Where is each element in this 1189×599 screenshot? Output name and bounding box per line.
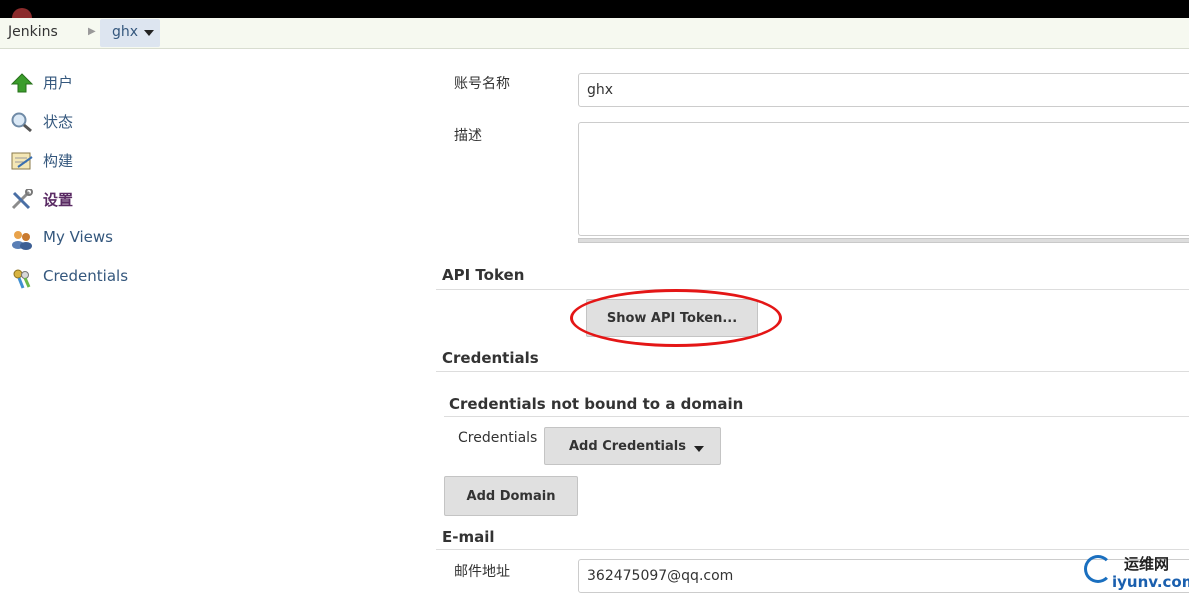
breadcrumb-current-user[interactable]: ghx — [100, 19, 160, 47]
account-name-label: 账号名称 — [454, 76, 510, 92]
top-header-bar — [0, 0, 1189, 18]
sidebar-item-label[interactable]: 设置 — [43, 189, 73, 210]
watermark-swirl-icon — [1084, 555, 1112, 583]
up-arrow-icon — [10, 73, 34, 93]
section-divider — [436, 289, 1189, 290]
watermark-text-domain: iyunv.com — [1112, 573, 1189, 591]
keys-icon — [13, 269, 31, 289]
account-name-field[interactable] — [578, 73, 1189, 107]
sidebar-item-label[interactable]: My Views — [43, 228, 113, 246]
sidebar-item-label[interactable]: 状态 — [43, 111, 73, 132]
breadcrumb-jenkins-link[interactable]: Jenkins — [8, 24, 58, 40]
add-credentials-label[interactable]: Add Credentials — [569, 439, 686, 454]
email-section-title: E-mail — [442, 528, 495, 546]
breadcrumb-separator-icon: ▶ — [88, 26, 96, 37]
sidebar-item-label[interactable]: 用户 — [43, 72, 73, 93]
wrench-screwdriver-icon — [11, 189, 33, 210]
section-divider — [436, 371, 1189, 372]
textarea-resize-handle[interactable] — [578, 238, 1189, 243]
chevron-down-icon[interactable] — [694, 446, 704, 452]
jenkins-logo-icon — [12, 8, 32, 18]
users-icon — [12, 231, 32, 250]
description-textarea[interactable] — [578, 122, 1189, 236]
magnifier-icon — [11, 112, 32, 133]
add-credentials-dropdown-button[interactable]: Add Credentials — [544, 427, 721, 465]
api-token-section-title: API Token — [442, 266, 525, 284]
chevron-down-icon[interactable] — [144, 30, 154, 36]
breadcrumb: Jenkins ▶ ghx — [0, 18, 1189, 49]
section-divider — [436, 549, 1189, 550]
email-label: 邮件地址 — [454, 564, 510, 580]
section-divider — [444, 416, 1189, 417]
credentials-subtitle: Credentials not bound to a domain — [449, 395, 744, 413]
notepad-icon — [11, 152, 33, 170]
watermark-text-cn: 运维网 — [1124, 555, 1170, 573]
watermark-logo: 运维网 iyunv.com — [1080, 551, 1189, 597]
credentials-field-label: Credentials — [458, 430, 538, 446]
red-highlight-ellipse — [570, 289, 782, 347]
description-label: 描述 — [454, 128, 482, 144]
sidebar-item-label[interactable]: Credentials — [43, 267, 128, 285]
add-domain-button[interactable]: Add Domain — [444, 476, 578, 516]
breadcrumb-current-label[interactable]: ghx — [112, 24, 138, 40]
credentials-section-title: Credentials — [442, 349, 539, 367]
sidebar-item-label[interactable]: 构建 — [43, 150, 73, 171]
